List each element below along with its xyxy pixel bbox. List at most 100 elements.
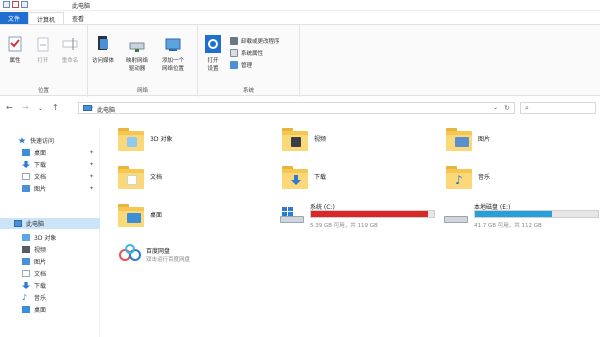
open-button[interactable]: 打开 xyxy=(30,35,56,64)
computer-icon xyxy=(14,220,22,227)
pictures-folder-icon xyxy=(446,128,472,151)
nav-documents-pinned[interactable]: 文档 ✦ xyxy=(0,171,100,182)
recent-chevron-down-icon[interactable]: ⌄ xyxy=(38,105,43,112)
drive-c-usage-bar xyxy=(310,210,435,218)
pictures-icon xyxy=(22,185,30,192)
pin-icon: ✦ xyxy=(88,185,94,192)
manage-icon xyxy=(230,61,238,69)
rename-button[interactable]: 重命名 xyxy=(57,35,83,64)
open-settings-button[interactable]: 打开 设置 xyxy=(200,35,226,72)
ribbon-group-network: 访问媒体 映射网络 驱动器 添加一个 网络位置 网络 xyxy=(88,25,198,97)
breadcrumb: 此电脑 xyxy=(97,107,116,114)
nav-desktop[interactable]: 桌面 xyxy=(0,304,100,315)
back-arrow-icon[interactable]: ← xyxy=(6,103,13,112)
drive-e[interactable]: 本地磁盘 (E:) 41.7 GB 可用，共 112 GB xyxy=(442,202,600,236)
manage-link[interactable]: 管理 xyxy=(230,61,252,69)
access-media-button[interactable]: 访问媒体 xyxy=(90,35,116,64)
search-icon: ⌕ xyxy=(525,104,529,112)
breadcrumb-chevron-icon[interactable]: › xyxy=(91,104,93,111)
3d-icon xyxy=(22,234,30,241)
content-pane: 3D 对象 视频 图片 文档 下载 ♪ 音乐 桌面 系统 (C:) 5.39 G… xyxy=(108,120,600,337)
drive-c[interactable]: 系统 (C:) 5.39 GB 可用，共 119 GB xyxy=(278,202,438,236)
folder-documents[interactable]: 文档 xyxy=(118,166,248,196)
rename-icon xyxy=(62,35,78,53)
pin-icon: ✦ xyxy=(88,173,94,180)
3d-objects-icon xyxy=(118,128,144,151)
nav-pictures[interactable]: 图片 xyxy=(0,256,100,267)
pin-icon: ✦ xyxy=(88,149,94,156)
desktop-icon xyxy=(22,306,30,313)
documents-folder-icon xyxy=(118,166,144,189)
nav-downloads-pinned[interactable]: 下载 ✦ xyxy=(0,159,100,170)
properties-button[interactable]: 属性 xyxy=(2,35,28,64)
map-drive-icon xyxy=(129,35,145,53)
star-icon xyxy=(18,137,26,144)
nav-desktop-pinned[interactable]: 桌面 ✦ xyxy=(0,147,100,158)
navigation-pane: 快速访问 桌面 ✦ 下载 ✦ 文档 ✦ 图片 ✦ 此电脑 3D 对象 视频 图片… xyxy=(0,128,100,337)
baidu-netdisk-icon xyxy=(118,244,142,262)
desktop-folder-icon xyxy=(118,204,144,227)
ribbon-group-system-label: 系统 xyxy=(242,88,254,94)
pin-icon: ✦ xyxy=(88,161,94,168)
ribbon-group-system: 打开 设置 卸载或更改程序 系统属性 管理 系统 xyxy=(198,25,300,97)
drive-e-usage-fill xyxy=(475,211,553,217)
ribbon-tabs: 文件 计算机 查看 xyxy=(0,12,600,24)
network-location-icon xyxy=(165,35,181,53)
map-network-drive-button[interactable]: 映射网络 驱动器 xyxy=(124,35,150,72)
properties-quick-icon[interactable] xyxy=(12,1,19,8)
refresh-icon[interactable]: ↻ xyxy=(504,104,510,112)
new-folder-quick-icon[interactable] xyxy=(21,1,28,8)
downloads-folder-icon xyxy=(282,166,308,189)
nav-documents[interactable]: 文档 xyxy=(0,268,100,279)
up-arrow-icon[interactable]: ↑ xyxy=(52,103,59,112)
nav-music[interactable]: ♪ 音乐 xyxy=(0,292,100,303)
pictures-icon xyxy=(22,258,30,265)
video-folder-icon xyxy=(282,128,308,151)
download-icon xyxy=(22,161,30,168)
music-folder-icon: ♪ xyxy=(446,166,472,189)
media-icon xyxy=(95,35,111,53)
forward-arrow-icon[interactable]: → xyxy=(22,103,29,112)
ribbon-group-location-label: 位置 xyxy=(37,88,49,94)
nav-downloads[interactable]: 下载 xyxy=(0,280,100,291)
document-icon xyxy=(22,270,30,277)
drive-c-usage-fill xyxy=(311,211,429,217)
folder-desktop[interactable]: 桌面 xyxy=(118,204,248,234)
address-bar-row: ← → ⌄ ↑ › 此电脑 ⌄ ↻ ⌕ xyxy=(0,100,600,116)
desktop-icon xyxy=(22,149,30,156)
folder-videos[interactable]: 视频 xyxy=(282,128,422,158)
uninstall-program-link[interactable]: 卸载或更改程序 xyxy=(230,37,280,45)
video-icon xyxy=(22,246,30,253)
address-dropdown-chevron-icon[interactable]: ⌄ xyxy=(493,104,498,111)
tab-file[interactable]: 文件 xyxy=(0,12,29,24)
tab-computer[interactable]: 计算机 xyxy=(28,12,65,24)
baidu-netdisk[interactable]: 百度网盘 双击运行百度网盘 xyxy=(118,244,278,272)
programs-icon xyxy=(230,37,238,45)
add-network-location-button[interactable]: 添加一个 网络位置 xyxy=(160,35,186,72)
quick-access-toolbar xyxy=(3,1,28,8)
folder-3d-objects[interactable]: 3D 对象 xyxy=(118,128,248,158)
window-title: 此电脑 xyxy=(72,3,91,10)
local-drive-icon xyxy=(442,207,468,225)
nav-videos[interactable]: 视频 xyxy=(0,244,100,255)
system-properties-icon xyxy=(230,49,238,57)
nav-3d-objects[interactable]: 3D 对象 xyxy=(0,232,100,243)
windows-drive-icon xyxy=(278,207,304,225)
explorer-icon[interactable] xyxy=(3,1,10,8)
folder-downloads[interactable]: 下载 xyxy=(282,166,422,196)
search-input[interactable]: ⌕ xyxy=(520,102,596,114)
open-icon xyxy=(35,35,51,53)
system-properties-link[interactable]: 系统属性 xyxy=(230,49,263,57)
ribbon: 属性 打开 重命名 位置 访问媒体 映射网络 驱动器 添加一个 网络位置 网络 … xyxy=(0,24,600,97)
nav-pictures-pinned[interactable]: 图片 ✦ xyxy=(0,183,100,194)
properties-icon xyxy=(7,35,23,53)
nav-this-pc[interactable]: 此电脑 xyxy=(0,218,100,229)
folder-pictures[interactable]: 图片 xyxy=(446,128,586,158)
folder-music[interactable]: ♪ 音乐 xyxy=(446,166,586,196)
address-input[interactable]: › 此电脑 ⌄ ↻ xyxy=(78,102,515,114)
ribbon-group-network-label: 网络 xyxy=(136,88,148,94)
tab-view[interactable]: 查看 xyxy=(64,12,92,24)
ribbon-group-location: 属性 打开 重命名 位置 xyxy=(0,25,88,97)
title-bar: 此电脑 xyxy=(0,0,600,11)
nav-quick-access[interactable]: 快速访问 xyxy=(0,135,100,146)
